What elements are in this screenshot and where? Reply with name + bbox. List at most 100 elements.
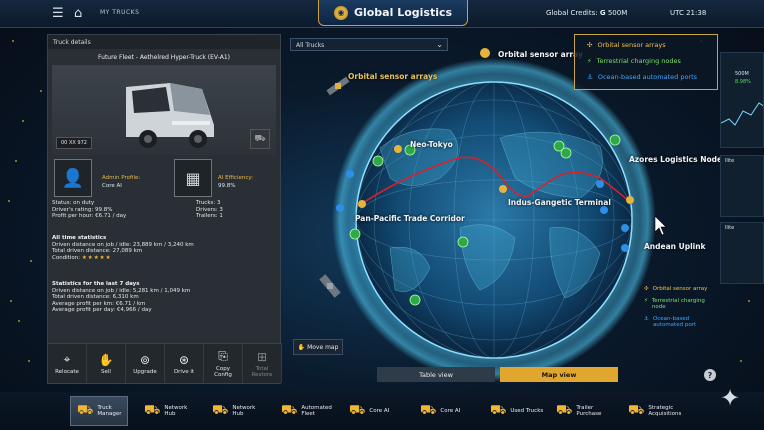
nav-label: Strategic Acquisitions: [648, 405, 682, 417]
trailer-icon: ⛟: [556, 402, 573, 418]
ai-efficiency-value: 99.8%: [218, 183, 236, 189]
ai-efficiency-label: AI Efficiency:: [218, 175, 254, 181]
charging-node-icon[interactable]: [609, 134, 621, 146]
charging-legend-icon: ⚡: [587, 57, 592, 65]
nav-label: Used Trucks: [510, 408, 544, 414]
total-restore-button[interactable]: ⊞ Total Restore: [243, 344, 282, 383]
credits-currency-icon: G: [599, 9, 606, 17]
charging-node-icon[interactable]: [349, 228, 361, 240]
ocean-port-icon[interactable]: [596, 180, 604, 188]
truck-actions-bar: ⌖ Relocate ✋ Sell ⊚ Upgrade ⊛ Drive it ⎘ Copy Con…: [48, 343, 282, 383]
global-credits: Global Credits: G 500M: [546, 9, 627, 17]
city-label-andean: Andean Uplink: [644, 242, 706, 251]
port-legend-icon: ⚓: [587, 73, 593, 81]
charging-node-icon[interactable]: [560, 147, 572, 159]
top-bar: ☰ ⌂ MY TRUCKS ◉ Global Logistics Global …: [0, 0, 764, 28]
nav-automated-fleet[interactable]: ⛟ Automated Fleet: [281, 396, 332, 426]
charging-node-icon[interactable]: [372, 155, 384, 167]
satellite-thumbnail-2[interactable]: llite: [720, 222, 764, 284]
star-dot: [18, 320, 20, 322]
all-time-header: All time statistics: [52, 235, 107, 241]
trailers-count: Trailers: 1: [196, 213, 223, 220]
star-dot: [8, 200, 10, 202]
star-dot: [28, 360, 30, 362]
hamburger-menu-icon[interactable]: ☰: [52, 6, 64, 21]
sensor-marker-icon[interactable]: [358, 200, 366, 208]
trucks-count: Trucks: 3: [196, 200, 221, 206]
steering-wheel-icon: ⊛: [178, 352, 190, 367]
star-dot: [10, 300, 12, 302]
nav-strategic-acquisitions[interactable]: ⛟ Strategic Acquisitions: [628, 396, 681, 426]
charging-node-icon[interactable]: [409, 294, 421, 306]
map-legend-secondary: ✣ Orbital sensor array ⚡ Terrestrial charg…: [644, 286, 714, 334]
ocean-port-icon[interactable]: [346, 170, 354, 178]
ocean-port-icon[interactable]: [621, 224, 629, 232]
week-driven: Driven distance on job / idle: 5,281 km …: [52, 287, 191, 294]
nav-core-ai[interactable]: ⛟ Core AI: [349, 396, 389, 426]
satellite-icon[interactable]: [326, 76, 350, 96]
ocean-port-icon[interactable]: [600, 206, 608, 214]
star-dot: [12, 40, 14, 42]
move-map-button[interactable]: ✋ Move map: [293, 339, 343, 355]
clock: UTC 21:38: [670, 9, 707, 17]
nav-network-hub[interactable]: ⛟ Network Hub: [212, 396, 255, 426]
condition-stars: ★★★★★: [81, 254, 112, 261]
map-view-button[interactable]: Map view: [500, 367, 618, 382]
thumb-label: llite: [725, 225, 735, 231]
nav-core-ai[interactable]: ⛟ Core AI: [420, 396, 460, 426]
orbital-sensor-label-2: Orbital sensor array: [498, 50, 583, 59]
satellite-thumbnail-1[interactable]: llite: [720, 155, 764, 217]
help-button[interactable]: ?: [704, 369, 716, 381]
table-view-button[interactable]: Table view: [377, 367, 495, 382]
truck-details-panel: Truck details Future Fleet - Aethelred H…: [47, 34, 282, 384]
city-label-pan-pacific: Pan-Pacific Trade Corridor: [355, 214, 465, 223]
sell-button[interactable]: ✋ Sell: [87, 344, 126, 383]
charging-node-icon[interactable]: [457, 236, 469, 248]
ocean-port-icon[interactable]: [621, 244, 629, 252]
ocean-port-icon[interactable]: [336, 204, 344, 212]
star-dot: [40, 90, 42, 92]
nav-network-hub[interactable]: ⛟ Network Hub: [144, 396, 187, 426]
restore-icon: ⊞: [256, 349, 268, 364]
orbital-sensor-label-1: Orbital sensor arrays: [348, 72, 438, 81]
nav-label: Network Hub: [232, 405, 256, 417]
relocate-button[interactable]: ⌖ Relocate: [48, 344, 87, 383]
nav-label: Truck Manager: [97, 405, 122, 417]
copy-config-button[interactable]: ⎘ Copy Config: [204, 344, 243, 383]
thumb-change: 8.98%: [735, 79, 751, 85]
satellite-icon[interactable]: [319, 274, 341, 298]
legend2-orbital: ✣ Orbital sensor array: [644, 286, 708, 292]
breadcrumb[interactable]: MY TRUCKS: [100, 9, 139, 16]
city-label-azores: Azores Logistics Node: [629, 155, 723, 164]
action-label: Drive it: [173, 368, 195, 375]
driver-stats: Status: on duty Driver's rating: 99.8% P…: [52, 200, 126, 220]
legend-ports: ⚓ Ocean-based automated ports: [587, 73, 698, 81]
app-title-box: ◉ Global Logistics: [318, 0, 468, 26]
orbital-sensor-icon[interactable]: [480, 48, 490, 58]
nav-truck-manager[interactable]: ⛟ Truck Manager: [70, 396, 129, 426]
sensor-marker-icon[interactable]: [499, 185, 507, 193]
nav-label: Trailer Purchase: [576, 405, 602, 417]
upgrade-button[interactable]: ⊚ Upgrade: [126, 344, 165, 383]
charging-legend-icon: ⚡: [644, 298, 648, 304]
all-time-driven: Driven distance on job / idle: 23,889 km…: [52, 241, 194, 248]
license-plate: 00 XX 972: [56, 137, 92, 149]
nav-label: Core AI: [369, 408, 390, 414]
nav-used-trucks[interactable]: ⛟ Used Trucks: [490, 396, 543, 426]
all-time-total: Total driven distance: 27,089 km: [52, 248, 143, 255]
hand-icon: ✋: [297, 343, 306, 351]
sensor-marker-icon[interactable]: [626, 196, 634, 204]
home-icon[interactable]: ⌂: [74, 6, 82, 21]
finance-thumbnail[interactable]: 500M 8.98%: [720, 52, 764, 148]
nav-trailer-purchase[interactable]: ⛟ Trailer Purchase: [556, 396, 601, 426]
profit-line: Profit per hour: €6.71 / day: [52, 213, 127, 220]
drive-it-button[interactable]: ⊛ Drive it: [165, 344, 204, 383]
network-hub-icon: ⛟: [144, 402, 161, 418]
trailer-thumbnail-icon[interactable]: ⛟: [250, 129, 270, 149]
legend-orbital: ✣ Orbital sensor arrays: [587, 41, 666, 49]
core-ai-icon: ⛟: [420, 402, 437, 418]
sensor-marker-icon[interactable]: [394, 145, 402, 153]
legend-charging: ⚡ Terrestrial charging nodes: [587, 57, 681, 65]
map-legend: ✣ Orbital sensor arrays ⚡ Terrestrial char…: [574, 34, 718, 90]
mouse-cursor: [654, 215, 667, 236]
